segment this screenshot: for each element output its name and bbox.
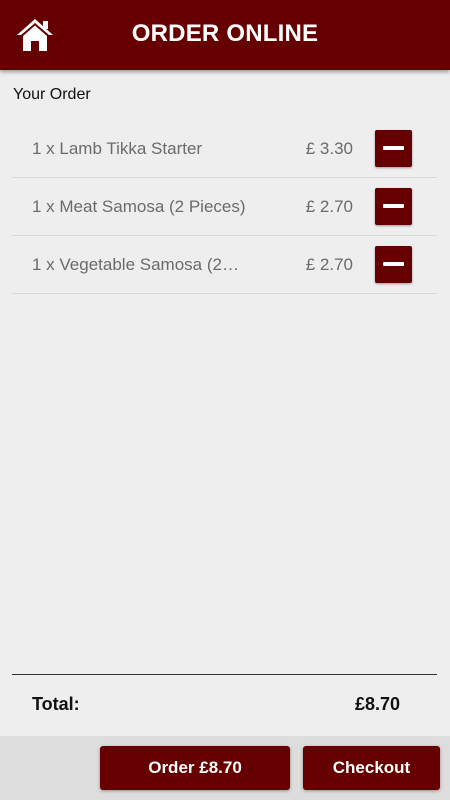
total-divider xyxy=(12,674,437,675)
total-label: Total: xyxy=(32,694,80,714)
order-item-row: 1 x Vegetable Samosa (2… £ 2.70 xyxy=(12,236,437,294)
total-value: £8.70 xyxy=(354,694,400,714)
remove-item-button[interactable] xyxy=(375,188,412,225)
app-screen: ORDER ONLINE Your Order 1 x Lamb Tikka S… xyxy=(0,0,450,800)
remove-item-button[interactable] xyxy=(375,130,412,167)
order-item-price: £ 2.70 xyxy=(305,197,353,216)
page-title: ORDER ONLINE xyxy=(131,20,319,47)
checkout-button[interactable]: Checkout xyxy=(303,746,440,790)
order-item-row: 1 x Meat Samosa (2 Pieces) £ 2.70 xyxy=(12,178,437,236)
bottom-action-bar: Order £8.70 Checkout xyxy=(0,736,450,800)
order-item-name: 1 x Lamb Tikka Starter xyxy=(32,139,203,158)
order-button[interactable]: Order £8.70 xyxy=(100,746,290,790)
minus-icon xyxy=(383,204,404,208)
minus-icon xyxy=(383,262,404,266)
top-app-bar: ORDER ONLINE xyxy=(0,0,450,70)
order-item-name: 1 x Meat Samosa (2 Pieces) xyxy=(32,197,246,216)
order-item-row: 1 x Lamb Tikka Starter £ 3.30 xyxy=(12,120,437,178)
order-item-name: 1 x Vegetable Samosa (2… xyxy=(32,255,239,274)
order-item-price: £ 3.30 xyxy=(305,139,353,158)
remove-item-button[interactable] xyxy=(375,246,412,283)
order-item-price: £ 2.70 xyxy=(305,255,353,274)
your-order-heading: Your Order xyxy=(13,86,91,103)
minus-icon xyxy=(383,146,404,150)
order-list: 1 x Lamb Tikka Starter £ 3.30 1 x Meat S… xyxy=(12,120,437,294)
